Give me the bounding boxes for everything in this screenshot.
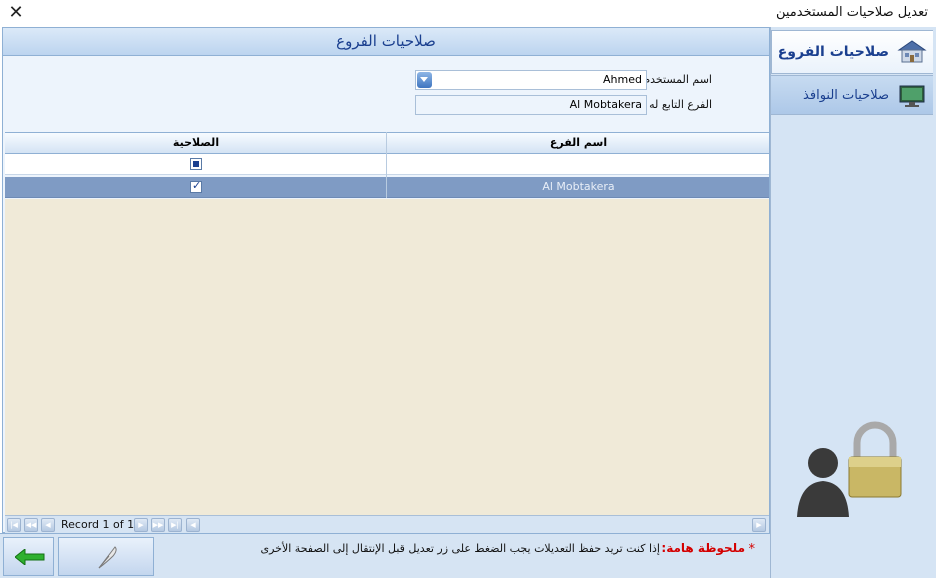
panel-header: صلاحيات الفروع <box>3 28 769 56</box>
next-record-icon[interactable]: ▶ <box>134 518 148 532</box>
scroll-right-icon[interactable]: ▶ <box>752 518 766 532</box>
user-select-value: Ahmed <box>603 73 642 86</box>
quill-icon <box>98 546 117 569</box>
close-icon[interactable]: ✕ <box>6 3 26 23</box>
main-panel: صلاحيات الفروع اسم المستخدم Ahmed الفرع … <box>2 27 770 533</box>
panel-title: صلاحيات الفروع <box>336 32 436 50</box>
prev-record-icon[interactable]: ◀ <box>41 518 55 532</box>
branch-field: Al Mobtakera <box>415 95 647 115</box>
note-star: * <box>748 542 756 557</box>
branch-field-value: Al Mobtakera <box>569 98 642 111</box>
bottom-bar: * ملحوظة هامة: إذا كنت تريد حفظ التعديلا… <box>0 533 770 578</box>
title-bar: ✕ تعديل صلاحيات المستخدمين <box>0 0 936 27</box>
grid-empty-area <box>5 199 769 515</box>
window-title: تعديل صلاحيات المستخدمين <box>775 5 928 20</box>
note-title: ملحوظة هامة: <box>661 541 745 555</box>
nav-item-label: صلاحيات الفروع <box>777 44 889 60</box>
user-lock-icon <box>797 421 902 517</box>
next-page-icon[interactable]: ▶▶ <box>151 518 165 532</box>
house-icon <box>897 38 927 66</box>
grid-filter-row <box>5 154 769 175</box>
branch-label: الفرع التابع له <box>649 98 712 111</box>
column-header-permission[interactable]: الصلاحية <box>5 136 387 149</box>
navigation-pane: صلاحيات الفروع صلاحيات النوافذ <box>770 27 936 578</box>
record-counter: Record 1 of 1 <box>61 518 135 531</box>
edit-button[interactable] <box>58 537 154 576</box>
back-button[interactable] <box>3 537 54 576</box>
note-text: إذا كنت تريد حفظ التعديلات يجب الضغط على… <box>260 542 661 555</box>
nav-item-label: صلاحيات النوافذ <box>803 87 889 103</box>
user-select[interactable]: Ahmed <box>415 70 647 90</box>
column-header-branch-name[interactable]: اسم الفرع <box>388 136 769 149</box>
monitor-icon <box>897 81 927 109</box>
scroll-left-icon[interactable]: ◀ <box>186 518 200 532</box>
column-divider <box>386 132 387 198</box>
grid-header: الصلاحية اسم الفرع <box>5 132 769 154</box>
table-row[interactable]: Al Mobtakera <box>5 177 769 198</box>
filter-checkbox[interactable] <box>190 158 202 170</box>
chevron-down-icon[interactable] <box>417 72 432 88</box>
last-record-icon[interactable]: ▶| <box>168 518 182 532</box>
user-label: اسم المستخدم <box>643 73 712 86</box>
prev-page-icon[interactable]: ◀◀ <box>24 518 38 532</box>
record-navigator: |◀ ◀◀ ◀ Record 1 of 1 ▶ ▶▶ ▶| ◀ ▶ <box>5 515 769 533</box>
nav-item-window-permissions[interactable]: صلاحيات النوافذ <box>771 75 933 115</box>
first-record-icon[interactable]: |◀ <box>7 518 21 532</box>
nav-item-branch-permissions[interactable]: صلاحيات الفروع <box>771 30 933 74</box>
branch-name-cell: Al Mobtakera <box>542 180 615 193</box>
arrow-left-icon <box>15 549 45 565</box>
permission-checkbox[interactable] <box>190 179 202 193</box>
